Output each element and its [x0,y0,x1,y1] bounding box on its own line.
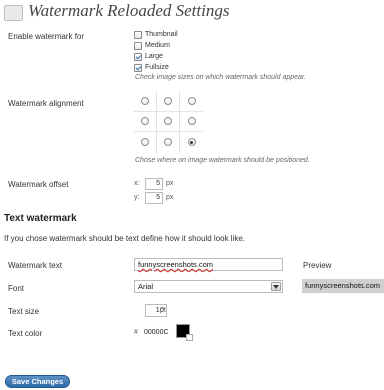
offset-y-input[interactable]: 5 [145,192,163,204]
settings-page-icon [4,5,23,21]
watermark-text-label: Watermark text [8,261,62,270]
align-top-left-radio[interactable] [141,96,149,105]
align-bottom-center-radio[interactable] [164,138,172,147]
offset-x-label: x: [134,180,140,187]
medium-option[interactable]: Medium [134,40,170,51]
medium-checkbox[interactable] [134,41,142,50]
watermark-preview: funnyscreenshots.com [302,279,384,293]
watermark-text-input[interactable]: funnyscreenshots.com [134,258,283,271]
color-swatch[interactable] [176,324,193,341]
fullsize-option[interactable]: Fullsize [134,62,169,73]
align-middle-right-radio[interactable] [187,117,196,126]
offset-y-unit: px [166,194,174,201]
align-top-center-radio[interactable] [164,96,172,105]
font-label: Font [8,284,25,293]
font-select[interactable]: Arial [134,280,283,293]
large-checkbox[interactable] [134,52,142,61]
color-hex-value[interactable]: 00000C [144,329,169,336]
enable-watermark-label: Enable watermark for [8,32,85,41]
color-hash-label: # [134,329,138,336]
text-color-label: Text color [8,329,43,338]
fullsize-checkbox[interactable] [134,63,142,72]
large-label: Large [145,53,163,60]
alignment-grid [134,91,203,153]
offset-y-label: y: [134,194,140,201]
text-watermark-heading: Text watermark [4,213,77,224]
enable-description: Check image sizes on which watermark sho… [135,74,306,81]
thumbnail-label: Thumbnail [145,31,178,38]
offset-x-unit: px [166,180,174,187]
align-middle-left-radio[interactable] [141,117,149,126]
save-changes-button[interactable]: Save Changes [5,375,70,388]
alignment-label: Watermark alignment [8,99,84,108]
alignment-description: Chose where on image watermark should be… [135,157,310,164]
thumbnail-option[interactable]: Thumbnail [134,29,178,40]
align-top-right-radio[interactable] [187,96,196,105]
chevron-down-icon[interactable] [271,282,281,291]
watermark-text-value: funnyscreenshots.com [138,260,214,269]
thumbnail-checkbox[interactable] [134,30,142,39]
text-size-label: Text size [8,307,40,316]
align-bottom-left-radio[interactable] [141,138,149,147]
align-middle-center-radio[interactable] [164,117,172,126]
font-select-value: Arial [138,282,154,291]
preview-label: Preview [303,261,332,270]
medium-label: Medium [145,42,170,49]
text-size-unit: pt [160,307,166,314]
text-watermark-description: If you chose watermark should be text de… [4,234,246,243]
offset-x-input[interactable]: 5 [145,178,163,190]
fullsize-label: Fullsize [145,64,169,71]
align-bottom-right-radio[interactable] [187,138,196,147]
large-option[interactable]: Large [134,51,163,62]
offset-label: Watermark offset [8,180,69,189]
page-title: Watermark Reloaded Settings [28,1,230,20]
